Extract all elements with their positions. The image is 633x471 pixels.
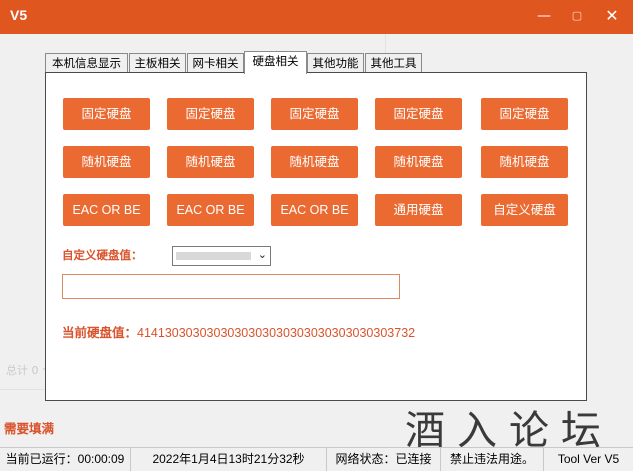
status-bar: 当前已运行：00:00:09 2022年1月4日13时21分32秒 网络状态：已… — [0, 447, 633, 471]
tab-disk[interactable]: 硬盘相关 — [244, 51, 307, 74]
current-disk-value: 当前硬盘值：4141303030303030303030303030303030… — [62, 322, 415, 341]
eac-or-be-button[interactable]: EAC OR BE — [271, 194, 358, 226]
eac-or-be-button[interactable]: EAC OR BE — [167, 194, 254, 226]
status-network: 网络状态：已连接 — [327, 448, 441, 471]
window-title: V5 — [10, 7, 28, 23]
status-datetime: 2022年1月4日13时21分32秒 — [131, 448, 327, 471]
minimize-icon[interactable]: — — [529, 0, 559, 34]
random-disk-button[interactable]: 随机硬盘 — [481, 146, 568, 178]
custom-disk-value-select[interactable]: ⌄ — [172, 246, 271, 266]
disk-panel: 固定硬盘 固定硬盘 固定硬盘 固定硬盘 固定硬盘 随机硬盘 随机硬盘 随机硬盘 … — [45, 72, 587, 401]
fixed-disk-button[interactable]: 固定硬盘 — [271, 98, 358, 130]
random-disk-button[interactable]: 随机硬盘 — [271, 146, 358, 178]
tab-other-functions[interactable]: 其他功能 — [307, 53, 364, 72]
generic-disk-button[interactable]: 通用硬盘 — [375, 194, 462, 226]
close-icon[interactable]: ✕ — [597, 0, 627, 34]
maximize-icon[interactable]: ▢ — [562, 0, 592, 34]
current-disk-value-text: 4141303030303030303030303030303030303732 — [137, 326, 416, 340]
random-disk-button[interactable]: 随机硬盘 — [63, 146, 150, 178]
status-version: Tool Ver V5 — [557, 452, 620, 466]
custom-disk-value-input[interactable] — [62, 274, 400, 299]
tab-local-info[interactable]: 本机信息显示 — [45, 53, 128, 72]
need-fill-text: 需要填满 — [4, 421, 55, 436]
status-notice: 禁止违法用途。 — [441, 448, 544, 471]
fixed-disk-button[interactable]: 固定硬盘 — [63, 98, 150, 130]
tab-network-card[interactable]: 网卡相关 — [187, 53, 244, 72]
select-value — [176, 252, 251, 260]
custom-disk-value-label: 自定义硬盘值： — [62, 248, 143, 262]
fixed-disk-button[interactable]: 固定硬盘 — [375, 98, 462, 130]
random-disk-button[interactable]: 随机硬盘 — [375, 146, 462, 178]
title-bar: V5 — ▢ ✕ — [0, 0, 633, 34]
random-disk-button[interactable]: 随机硬盘 — [167, 146, 254, 178]
tab-motherboard[interactable]: 主板相关 — [129, 53, 186, 72]
fixed-disk-button[interactable]: 固定硬盘 — [481, 98, 568, 130]
current-disk-value-label: 当前硬盘值： — [62, 326, 138, 340]
custom-disk-button[interactable]: 自定义硬盘 — [481, 194, 568, 226]
status-runtime: 当前已运行：00:00:09 — [0, 448, 131, 471]
eac-or-be-button[interactable]: EAC OR BE — [63, 194, 150, 226]
fixed-disk-button[interactable]: 固定硬盘 — [167, 98, 254, 130]
tab-other-tools[interactable]: 其他工具 — [365, 53, 422, 72]
chevron-down-icon: ⌄ — [257, 248, 267, 261]
